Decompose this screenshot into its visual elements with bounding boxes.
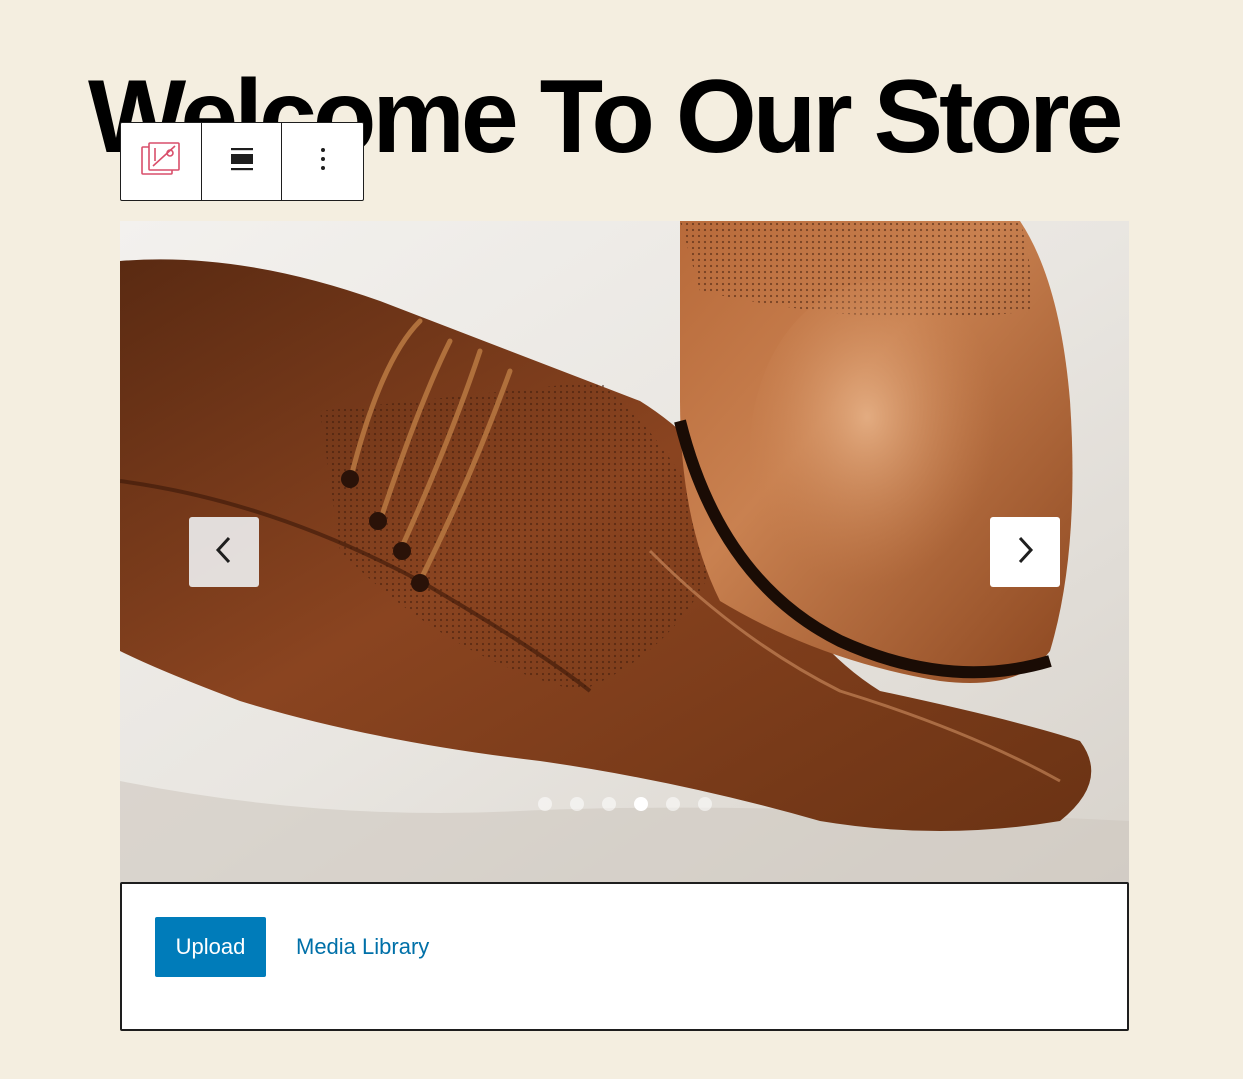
slide-dot-active[interactable] <box>633 797 648 811</box>
slide-dots <box>120 797 1129 811</box>
slide-dot[interactable] <box>697 797 712 811</box>
media-library-link[interactable]: Media Library <box>296 934 429 960</box>
align-icon <box>229 146 255 177</box>
slide-dot[interactable] <box>601 797 616 811</box>
slider-block-button[interactable] <box>121 123 202 200</box>
chevron-right-icon <box>1014 535 1036 570</box>
slide-dot[interactable] <box>569 797 584 811</box>
image-slider[interactable] <box>120 221 1129 883</box>
align-button[interactable] <box>202 123 283 200</box>
upload-button[interactable]: Upload <box>155 917 266 977</box>
chevron-left-icon <box>213 535 235 570</box>
block-toolbar <box>120 122 364 201</box>
more-options-button[interactable] <box>282 123 363 200</box>
media-placeholder: Upload Media Library <box>120 882 1129 1031</box>
more-options-icon <box>320 147 326 176</box>
previous-slide-button[interactable] <box>189 517 259 587</box>
slide-dot[interactable] <box>537 797 552 811</box>
slider-block-icon <box>140 141 182 182</box>
next-slide-button[interactable] <box>990 517 1060 587</box>
slide-image <box>120 221 1129 883</box>
slide-dot[interactable] <box>665 797 680 811</box>
